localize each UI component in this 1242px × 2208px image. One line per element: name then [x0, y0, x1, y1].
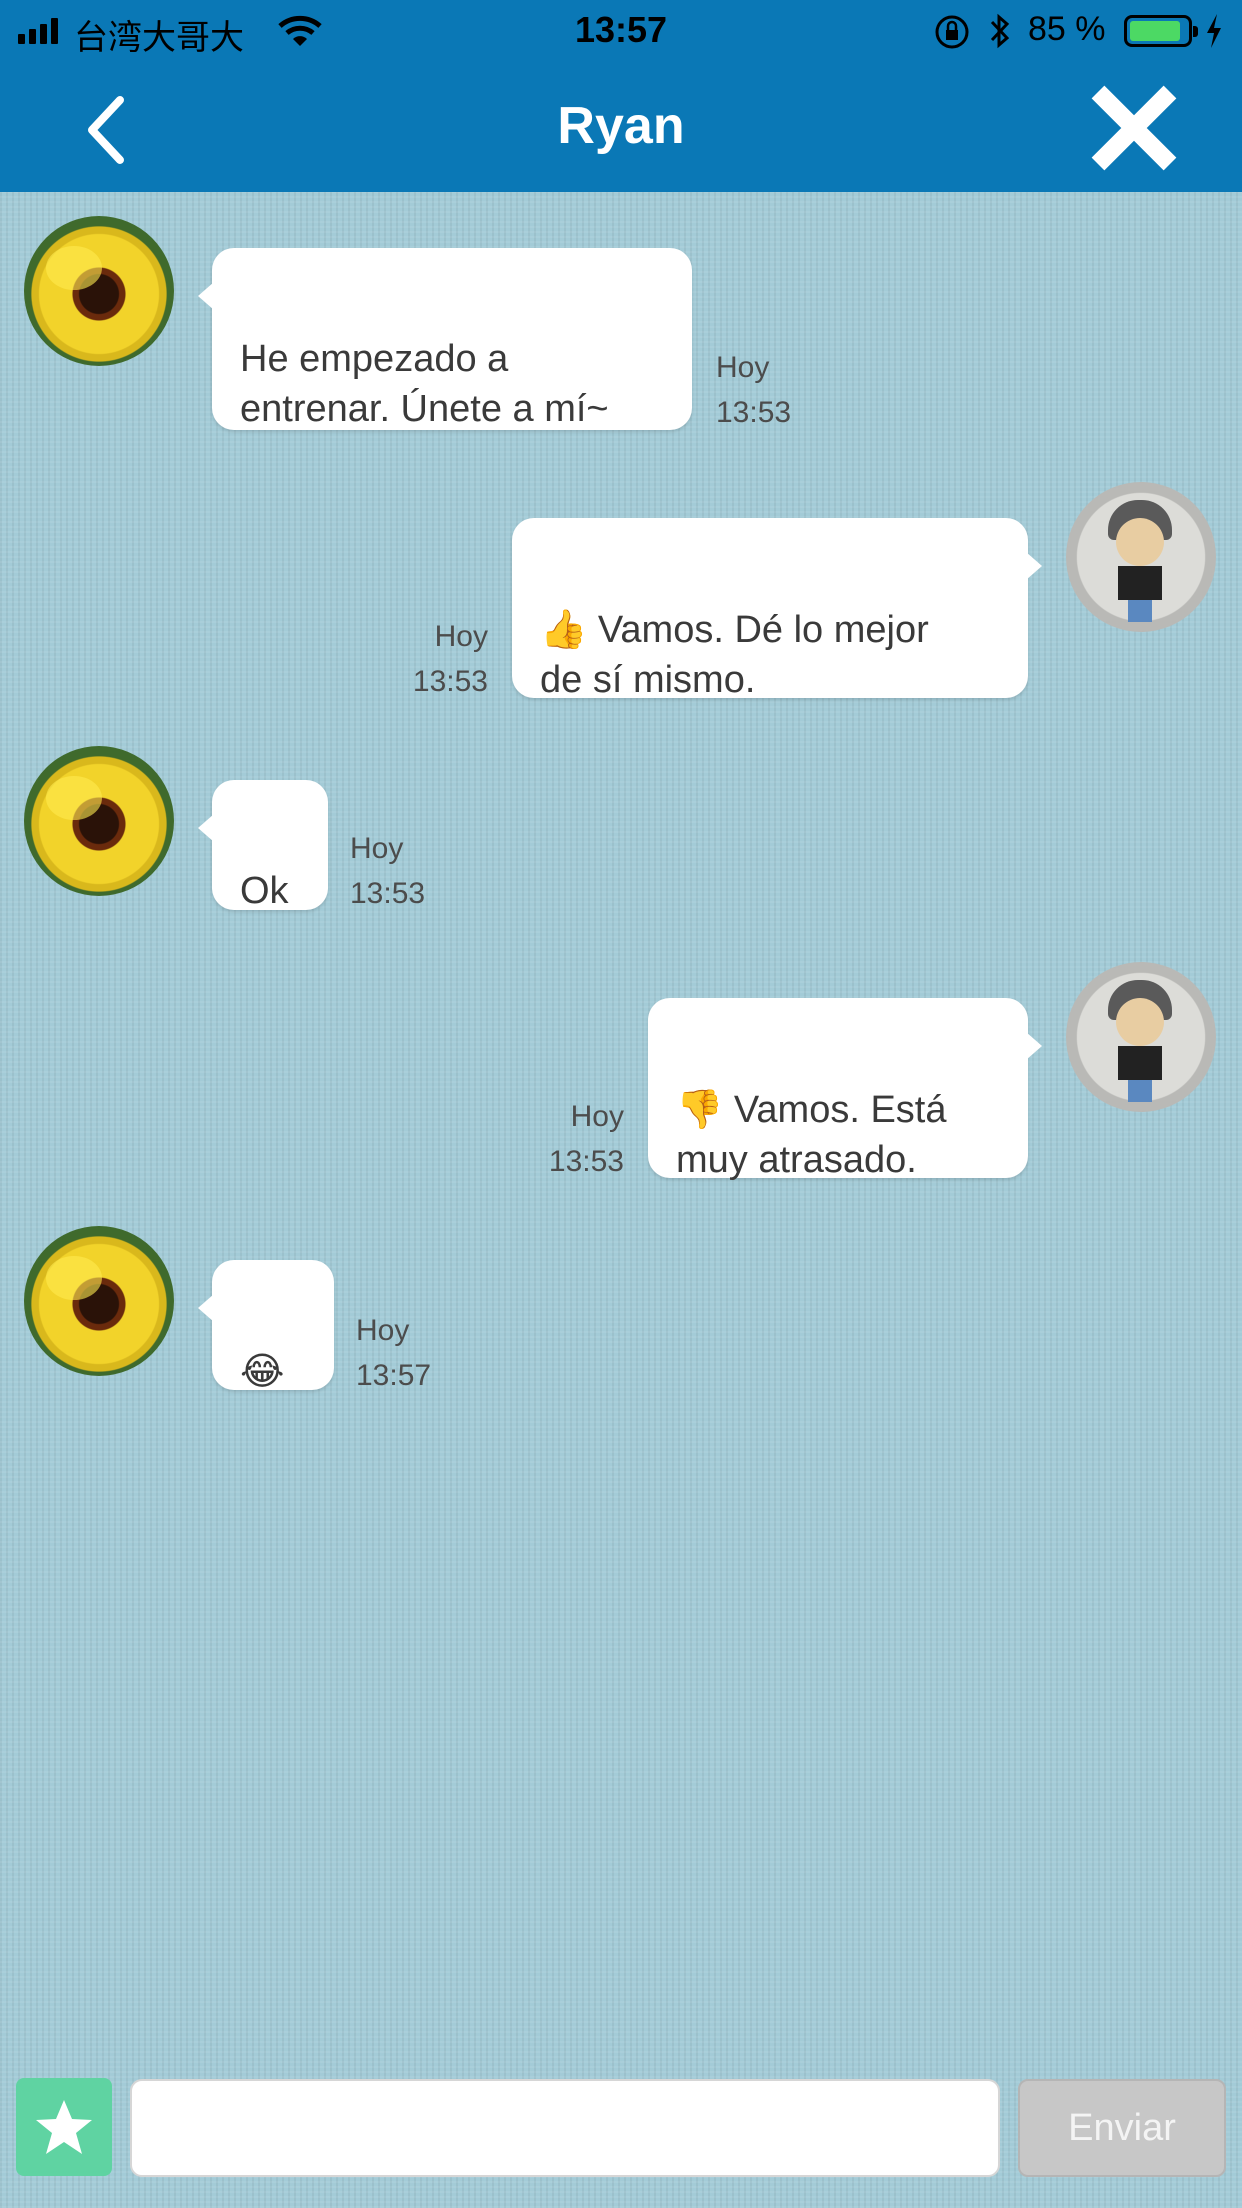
message-day: Hoy — [356, 1314, 410, 1347]
message-bubble: 👍 Vamos. Dé lo mejor de sí mismo. — [512, 518, 1042, 701]
user-avatar[interactable] — [1066, 962, 1216, 1112]
message-time: 13:57 — [356, 1359, 432, 1392]
message-bubble: 😂 — [198, 1260, 334, 1393]
contact-avatar[interactable] — [24, 216, 174, 366]
star-icon — [36, 2100, 92, 2154]
message-text: Vamos. Dé lo mejor de sí mismo. — [540, 609, 929, 701]
message-bubble: 👎 Vamos. Está muy atrasado. — [648, 998, 1042, 1181]
message-timestamp: Hoy 13:53 — [716, 345, 791, 435]
message-time: 13:53 — [548, 1145, 624, 1178]
laughing-tears-emoji: 😂 — [240, 1349, 285, 1393]
message-timestamp: Hoy 13:53 — [350, 826, 425, 916]
status-bar: 台湾大哥大 13:57 85 % — [0, 0, 1242, 62]
message-time: 13:53 — [350, 877, 426, 910]
send-button[interactable]: Enviar — [1018, 2079, 1226, 2177]
message-timestamp: Hoy 13:53 — [520, 1094, 624, 1184]
battery-percentage: 85 % — [1028, 10, 1106, 48]
message-day: Hoy — [570, 1100, 624, 1133]
message-text: He empezado a entrenar. Únete a mí~ — [240, 338, 609, 430]
message-bubble: He empezado a entrenar. Únete a mí~ — [198, 248, 692, 430]
thumbs-down-emoji: 👎 — [676, 1087, 724, 1131]
message-text: Ok — [240, 870, 289, 912]
top-bar: 台湾大哥大 13:57 85 % Ryan — [0, 0, 1242, 192]
user-avatar[interactable] — [1066, 482, 1216, 632]
favorite-button[interactable] — [16, 2078, 112, 2176]
message-bubble: Ok — [198, 780, 328, 912]
close-button[interactable] — [1084, 78, 1184, 178]
message-timestamp: Hoy 13:53 — [380, 614, 488, 704]
contact-avatar[interactable] — [24, 746, 174, 896]
thumbs-up-emoji: 👍 — [540, 607, 588, 651]
close-icon — [1091, 85, 1177, 171]
bluetooth-icon — [990, 13, 1010, 49]
charging-bolt-icon — [1207, 14, 1221, 48]
chat-title: Ryan — [557, 97, 685, 155]
message-timestamp: Hoy 13:57 — [356, 1308, 431, 1398]
message-time: 13:53 — [716, 396, 792, 429]
message-input[interactable] — [130, 2079, 1000, 2177]
message-day: Hoy — [350, 832, 404, 865]
battery-icon — [1124, 15, 1198, 47]
contact-avatar[interactable] — [24, 1226, 174, 1376]
orientation-lock-icon — [935, 15, 969, 49]
message-day: Hoy — [434, 620, 488, 653]
message-time: 13:53 — [412, 665, 488, 698]
message-day: Hoy — [716, 351, 770, 384]
